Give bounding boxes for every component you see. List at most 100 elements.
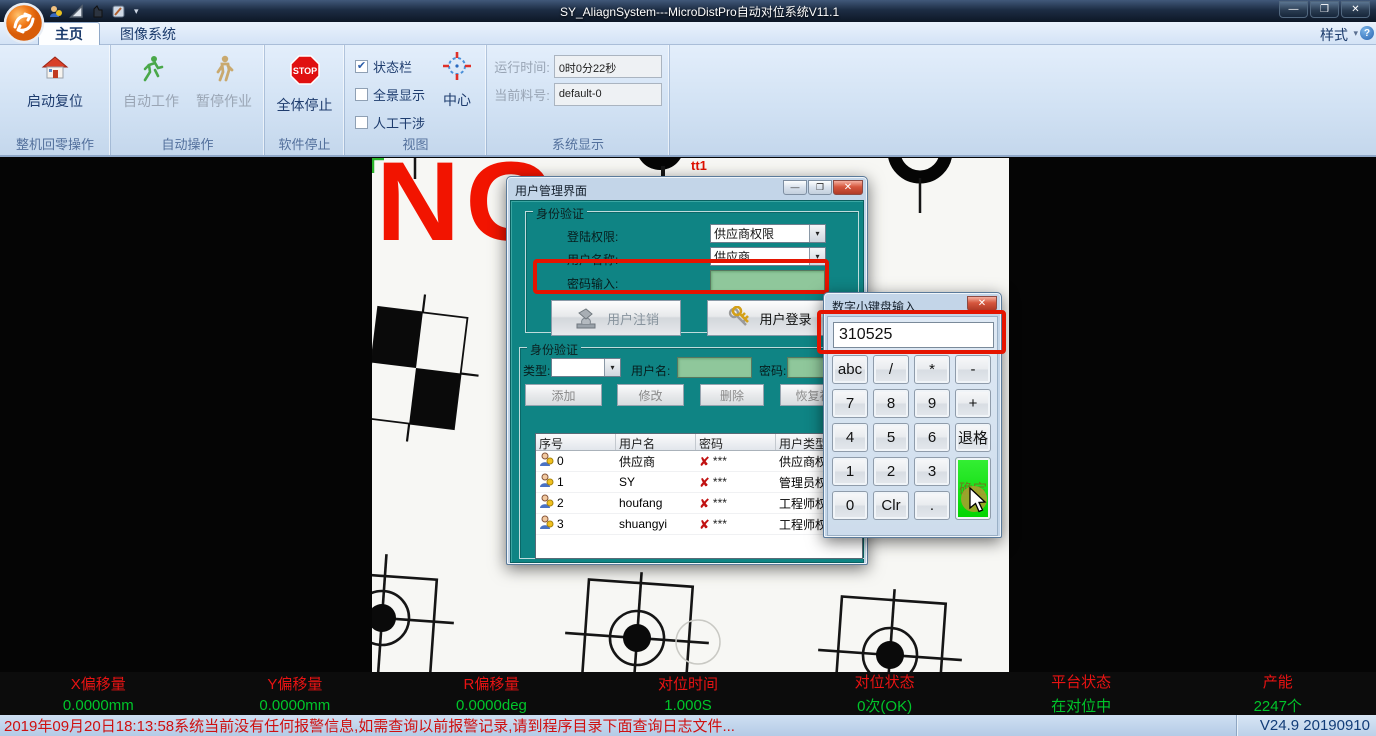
- key-abc[interactable]: abc: [832, 355, 868, 384]
- stamp-icon: [573, 307, 599, 329]
- key-dot[interactable]: .: [914, 491, 950, 520]
- help-icon[interactable]: ?: [1360, 26, 1374, 40]
- center-button[interactable]: 中心: [436, 45, 478, 112]
- add-user-button[interactable]: 添加: [525, 384, 602, 406]
- group-label-software-stop: 软件停止: [265, 134, 344, 153]
- auto-work-button[interactable]: 自动工作: [117, 52, 185, 113]
- chevron-down-icon[interactable]: ▾: [809, 225, 825, 242]
- table-row[interactable]: 3 shuangyi ✘*** 工程师权限: [536, 514, 862, 535]
- start-reset-label: 启动复位: [27, 91, 83, 111]
- login-permission-dropdown[interactable]: 供应商权限 ▾: [710, 224, 826, 243]
- red-x-icon: ✘: [699, 476, 710, 489]
- key-backspace[interactable]: 退格: [955, 423, 991, 452]
- style-menu[interactable]: 样式: [1320, 25, 1348, 45]
- type-dropdown[interactable]: ▾: [551, 358, 621, 377]
- user-dialog-titlebar[interactable]: 用户管理界面 — ❐ ✕: [510, 180, 864, 200]
- key-4[interactable]: 4: [832, 423, 868, 452]
- key-2[interactable]: 2: [873, 457, 909, 486]
- key-5[interactable]: 5: [873, 423, 909, 452]
- status-capacity: 产能 2247个: [1179, 672, 1376, 715]
- table-row[interactable]: 0 供应商 ✘*** 供应商权限: [536, 451, 862, 472]
- statusbar-checkbox-row[interactable]: ✔ 状态栏: [355, 57, 425, 76]
- maximize-button[interactable]: ❐: [1310, 1, 1339, 18]
- pause-worker-icon: [210, 54, 238, 87]
- auto-work-label: 自动工作: [123, 91, 179, 111]
- ruler-quick-icon[interactable]: [69, 4, 84, 19]
- panorama-checkbox-row[interactable]: ✔ 全景显示: [355, 85, 425, 104]
- user-avatar-icon: [539, 494, 554, 512]
- home-icon: [40, 54, 70, 87]
- user-management-dialog: 用户管理界面 — ❐ ✕ 身份验证 登陆权限: 供应商权限 ▾ 用户名称: 供应…: [506, 176, 868, 565]
- quick-access-toolbar: ▾: [48, 4, 139, 19]
- statusbar-checkbox-label: 状态栏: [373, 57, 412, 76]
- svg-text:STOP: STOP: [292, 66, 316, 76]
- username-dropdown[interactable]: 供应商 ▾: [710, 247, 826, 266]
- tool-quick-icon[interactable]: [111, 4, 126, 19]
- key-1[interactable]: 1: [832, 457, 868, 486]
- manual-intervention-checkbox[interactable]: ✔: [355, 116, 368, 129]
- key-minus[interactable]: -: [955, 355, 991, 384]
- dialog-minimize-button[interactable]: —: [783, 180, 807, 195]
- manual-intervention-checkbox-row[interactable]: ✔ 人工干涉: [355, 113, 425, 132]
- user-dialog-title: 用户管理界面: [515, 182, 587, 199]
- pause-job-button[interactable]: 暂停作业: [190, 52, 258, 113]
- dialog-close-button[interactable]: ✕: [833, 180, 863, 195]
- key-3[interactable]: 3: [914, 457, 950, 486]
- key-divide[interactable]: /: [873, 355, 909, 384]
- auth-groupbox-label: 身份验证: [533, 205, 587, 222]
- modify-user-button[interactable]: 修改: [617, 384, 684, 406]
- minimize-button[interactable]: —: [1279, 1, 1308, 18]
- version-label: V24.9 20190910: [1236, 715, 1376, 736]
- mark-tag-label: tt1: [691, 158, 707, 173]
- key-plus[interactable]: +: [955, 389, 991, 418]
- new-user-label: 用户名:: [631, 362, 670, 379]
- delete-user-button[interactable]: 删除: [700, 384, 764, 406]
- keypad-titlebar[interactable]: 数字小键盘输入 ✕: [827, 296, 998, 316]
- key-clear[interactable]: Clr: [873, 491, 909, 520]
- key-8[interactable]: 8: [873, 389, 909, 418]
- key-confirm[interactable]: 确定: [955, 457, 991, 520]
- start-reset-button[interactable]: 启动复位: [21, 52, 89, 113]
- user-login-button[interactable]: 用户登录: [707, 300, 832, 336]
- red-x-icon: ✘: [699, 455, 710, 468]
- password-input[interactable]: [710, 270, 825, 291]
- new-user-field[interactable]: [677, 357, 752, 378]
- runtime-field: 0时0分22秒: [554, 55, 662, 78]
- current-part-field: default-0: [554, 83, 662, 106]
- all-stop-button[interactable]: STOP 全体停止: [271, 52, 339, 117]
- statusbar-checkbox[interactable]: ✔: [355, 60, 368, 73]
- title-bar: ▾ SY_AliagnSystem---MicroDistPro自动对位系统V1…: [0, 0, 1376, 22]
- key-7[interactable]: 7: [832, 389, 868, 418]
- chevron-down-icon[interactable]: ▾: [809, 248, 825, 265]
- ribbon-group-home-reset: 启动复位 整机回零操作: [0, 45, 111, 155]
- keypad-close-button[interactable]: ✕: [967, 296, 997, 311]
- hand-quick-icon[interactable]: [90, 4, 105, 19]
- panorama-checkbox[interactable]: ✔: [355, 88, 368, 101]
- chevron-down-icon[interactable]: ▾: [604, 359, 620, 376]
- app-window: ▾ SY_AliagnSystem---MicroDistPro自动对位系统V1…: [0, 0, 1376, 736]
- user-logout-button[interactable]: 用户注销: [551, 300, 681, 336]
- key-9[interactable]: 9: [914, 389, 950, 418]
- status-align-time: 对位时间 1.000S: [590, 672, 787, 715]
- panorama-checkbox-label: 全景显示: [373, 85, 425, 104]
- keypad-grid: abc / * - 7 8 9 + 4 5 6 退格 1 2 3 确定 0 Cl…: [832, 355, 995, 520]
- app-logo[interactable]: [3, 2, 45, 44]
- tab-vision-system[interactable]: 图像系统: [104, 22, 192, 45]
- key-0[interactable]: 0: [832, 491, 868, 520]
- ribbon-tab-row: 主页 图像系统 样式 ▾ ?: [0, 22, 1376, 45]
- ribbon-group-auto-operation: 自动工作 暂停作业 自动操作: [111, 45, 265, 155]
- user-quick-icon[interactable]: [48, 4, 63, 19]
- key-6[interactable]: 6: [914, 423, 950, 452]
- ribbon-group-software-stop: STOP 全体停止 软件停止: [265, 45, 345, 155]
- user-dialog-body: 身份验证 登陆权限: 供应商权限 ▾ 用户名称: 供应商 ▾ 密码输入:: [510, 200, 864, 563]
- close-button[interactable]: ✕: [1341, 1, 1370, 18]
- tab-home[interactable]: 主页: [38, 22, 100, 45]
- table-row[interactable]: 2 houfang ✘*** 工程师权限: [536, 493, 862, 514]
- quick-access-caret-icon[interactable]: ▾: [134, 6, 139, 17]
- style-caret-icon[interactable]: ▾: [1353, 28, 1358, 39]
- table-row[interactable]: 1 SY ✘*** 管理员权限: [536, 472, 862, 493]
- key-multiply[interactable]: *: [914, 355, 950, 384]
- keypad-input[interactable]: [833, 322, 994, 348]
- alarm-log-message: 2019年09月20日18:13:58系统当前没有任何报警信息,如需查询以前报警…: [0, 715, 1236, 736]
- dialog-restore-button[interactable]: ❐: [808, 180, 832, 195]
